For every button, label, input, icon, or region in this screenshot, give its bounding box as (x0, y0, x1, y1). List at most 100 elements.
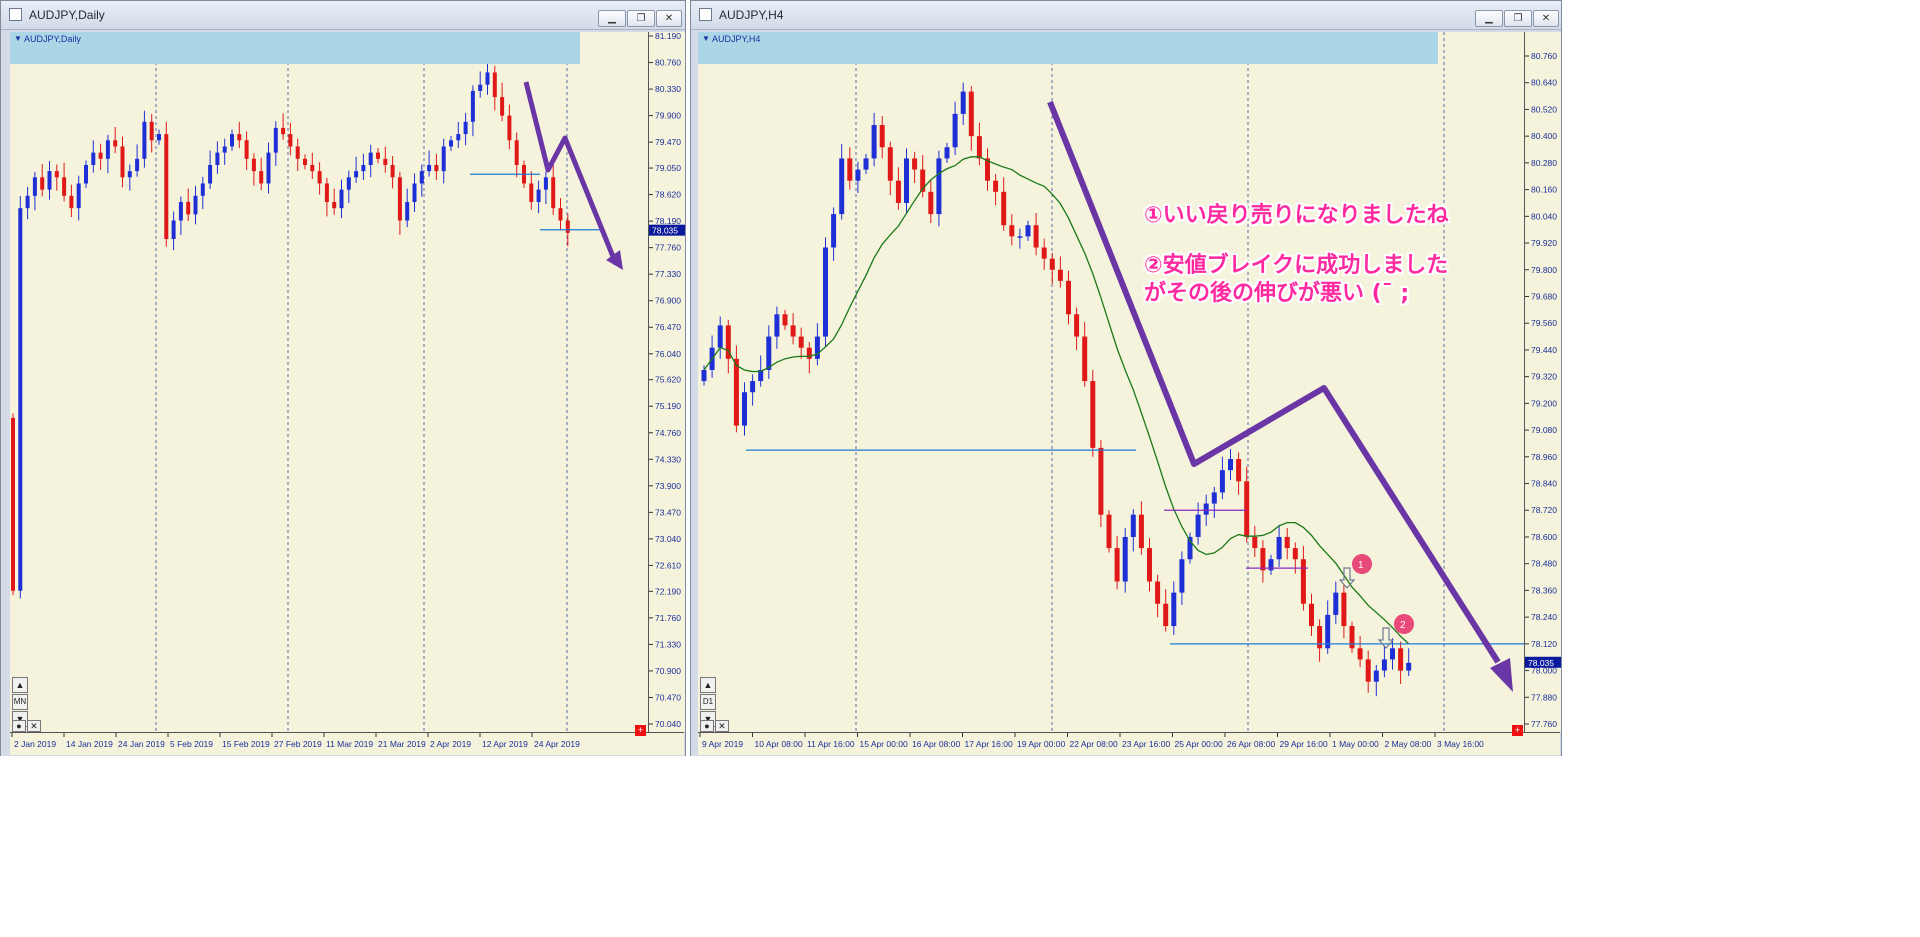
candle-body (361, 164, 366, 172)
h4-plus-icon[interactable]: + (1512, 725, 1523, 736)
candle-body (895, 180, 901, 203)
candle-body (1106, 514, 1112, 549)
h4-bottom-tools: ● ✕ (700, 720, 730, 732)
h4-y-axis: 80.760 80.640 80.520 80.400 80.280 80.160 80.0… (1524, 32, 1561, 732)
candle-body (742, 392, 747, 426)
candle-body (193, 195, 198, 215)
y-tick-label: 79.200 (1531, 398, 1557, 408)
y-tick-label: 76.470 (655, 322, 681, 332)
scroll-up-button[interactable]: ▲ (12, 677, 28, 693)
y-tick-label: 80.520 (1531, 104, 1557, 114)
close-icon[interactable]: ✕ (715, 720, 729, 732)
candle-body (1147, 548, 1152, 582)
candle-body (1309, 603, 1314, 627)
window-titlebar[interactable]: AUDJPY,H4 (691, 1, 1561, 30)
annotation-line-1: ①いい戻り売りになりましたね (1144, 203, 1449, 228)
candle-body (1284, 536, 1290, 549)
minimize-button[interactable]: ▁ (598, 10, 626, 27)
candle-body (1009, 225, 1015, 237)
candle-body (456, 134, 461, 141)
x-tick-label: 9 Apr 2019 (702, 739, 743, 749)
y-tick-label: 73.470 (655, 507, 681, 517)
y-tick-label: 78.360 (1531, 585, 1557, 595)
candle-body (1203, 503, 1209, 515)
x-tick-label: 2 Apr 2019 (430, 739, 471, 749)
pin-icon[interactable]: ● (12, 720, 26, 732)
restore-button[interactable]: ❐ (1504, 10, 1532, 27)
period-button[interactable]: D1 (700, 694, 716, 710)
symbol-label: AUDJPY,Daily (24, 34, 81, 44)
candle-body (1098, 447, 1104, 515)
candle-body (1244, 481, 1250, 537)
candle-body (478, 84, 483, 91)
candle-body (823, 247, 828, 337)
daily-bottom-tools: ● ✕ (12, 720, 42, 732)
daily-chart-area[interactable]: AUDJPY,Daily ▼ ▲ MN ▼ (10, 32, 648, 732)
h4-chart-area[interactable]: 12 AUDJPY,H4 ▼ ▲ D1 ▼ ①いい戻り売りになりましたね ②安値… (698, 32, 1524, 732)
candle-body (69, 195, 74, 209)
candle-body (1074, 314, 1080, 337)
y-tick-label: 71.760 (655, 613, 681, 623)
candle-body (251, 158, 256, 172)
window-titlebar[interactable]: AUDJPY,Daily ▁ (1, 1, 761, 30)
candle-body (1033, 225, 1039, 248)
candle-body (565, 220, 570, 233)
y-tick-label: 73.040 (655, 534, 681, 544)
close-button[interactable]: ✕ (656, 10, 682, 27)
candle-body (782, 314, 788, 326)
minimize-button[interactable]: ▁ (1475, 10, 1503, 27)
symbol-dropdown-icon[interactable]: ▼ (702, 34, 710, 43)
y-tick-label: 79.920 (1531, 238, 1557, 248)
candle-body (281, 127, 286, 135)
y-tick-label: 78.120 (1531, 639, 1557, 649)
marker-label: 2 (1400, 620, 1406, 631)
candle-body (332, 201, 337, 209)
candle-body (288, 134, 293, 147)
daily-y-axis: 81.190 80.760 80.330 79.900 79.470 79.050 78.6… (648, 31, 685, 732)
candle-body (993, 180, 999, 192)
x-tick-label: 11 Apr 16:00 (807, 739, 855, 749)
close-icon[interactable]: ✕ (27, 720, 41, 732)
candle-body (244, 140, 249, 159)
candle-body (1341, 592, 1347, 627)
candle-body (492, 72, 497, 98)
candle-body (1179, 559, 1185, 593)
y-tick-label: 80.040 (1531, 211, 1557, 221)
marker-label: 1 (1358, 560, 1364, 571)
candle-body (847, 158, 853, 181)
x-tick-label: 15 Apr 00:00 (860, 739, 908, 749)
candle-body (266, 152, 271, 184)
close-button[interactable]: ✕ (1533, 10, 1559, 27)
candle-body (1398, 648, 1404, 671)
candle-body (500, 97, 505, 116)
candle-body (1228, 459, 1233, 471)
candle-body (952, 113, 958, 148)
window-title: AUDJPY,Daily (29, 8, 105, 22)
candle-body (1171, 592, 1177, 627)
candle-body (1057, 269, 1063, 281)
daily-plus-icon[interactable]: + (635, 725, 646, 736)
restore-button[interactable]: ❐ (627, 10, 655, 27)
scroll-up-button[interactable]: ▲ (700, 677, 716, 693)
candle-body (273, 127, 278, 153)
y-tick-label: 77.760 (655, 243, 681, 253)
candle-body (200, 183, 205, 196)
period-button[interactable]: MN (12, 694, 28, 710)
candle-body (310, 164, 315, 172)
candle-body (84, 164, 88, 184)
candle-body (558, 208, 563, 221)
down-arrow-icon (1338, 567, 1356, 589)
symbol-dropdown-icon[interactable]: ▼ (14, 34, 22, 43)
y-tick-label: 80.400 (1531, 131, 1557, 141)
candle-body (419, 171, 424, 184)
y-tick-label: 77.880 (1531, 692, 1557, 702)
right-title-controls: ▁ ❐ ✕ (1475, 10, 1559, 27)
y-tick-label: 70.040 (655, 719, 681, 729)
candle-body (1090, 381, 1096, 448)
x-tick-label: 17 Apr 16:00 (965, 739, 1013, 749)
candle-body (1357, 648, 1363, 660)
pin-icon[interactable]: ● (700, 720, 714, 732)
price-tag-label: 78.035 (652, 226, 678, 236)
x-tick-label: 25 Apr 00:00 (1175, 739, 1223, 749)
y-tick-label: 74.760 (655, 428, 681, 438)
